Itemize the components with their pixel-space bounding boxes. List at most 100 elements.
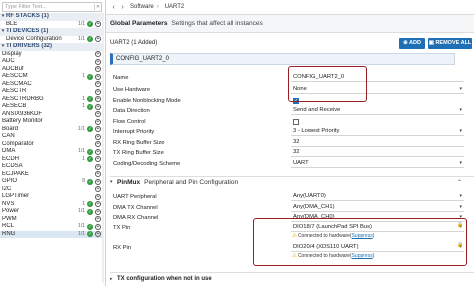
- tree-item[interactable]: DMA 1/1 ✓ +: [0, 148, 104, 156]
- tree-item[interactable]: CAN +: [0, 133, 104, 141]
- tree-item[interactable]: BLE 1/1 ✓ +: [0, 21, 104, 29]
- highlight-box-name: [288, 66, 367, 102]
- add-circle-icon[interactable]: +: [95, 208, 101, 215]
- add-circle-icon[interactable]: +: [95, 133, 101, 140]
- add-circle-icon[interactable]: +: [95, 163, 101, 170]
- instance-name: CONFIG_UART2_0: [116, 56, 169, 62]
- chevron-down-icon[interactable]: ▾: [459, 192, 462, 200]
- tree-item[interactable]: NVS 1 ✓ +: [0, 201, 104, 209]
- chevron-down-icon[interactable]: ▾: [459, 85, 462, 93]
- check-circle-icon: ✓: [87, 96, 93, 103]
- add-circle-icon[interactable]: +: [95, 81, 101, 88]
- tree-item[interactable]: RNG 1/1 ✓ +: [0, 230, 104, 238]
- add-circle-icon[interactable]: +: [95, 73, 101, 80]
- add-circle-icon[interactable]: +: [95, 111, 101, 118]
- tree-item[interactable]: I2C +: [0, 186, 104, 194]
- add-circle-icon[interactable]: +: [95, 216, 101, 223]
- chevron-down-icon[interactable]: ▾: [459, 106, 462, 114]
- check-circle-icon: ✓: [87, 223, 93, 230]
- tree-item[interactable]: AESCCM 1 ✓ +: [0, 73, 104, 81]
- pinmux-header[interactable]: ▾ PinMux Peripheral and Pin Configuratio…: [110, 176, 474, 187]
- add-circle-icon[interactable]: +: [95, 118, 101, 125]
- tree-item-label: DMA: [2, 148, 16, 154]
- add-circle-icon[interactable]: +: [95, 141, 101, 148]
- tree-item[interactable]: GPIO 8 ✓ +: [0, 178, 104, 186]
- remove-all-button[interactable]: ▣ REMOVE ALL: [428, 38, 472, 49]
- tree-item-label: NVS: [2, 200, 15, 207]
- tree-section[interactable]: ▾ RF STACKS (1): [0, 13, 104, 21]
- filter-input[interactable]: Type Filter Text... ✕: [2, 2, 102, 12]
- instance-header[interactable]: CONFIG_UART2_0: [110, 53, 455, 65]
- add-circle-icon[interactable]: +: [95, 201, 101, 208]
- chevron-down-icon[interactable]: ▾: [459, 127, 462, 135]
- pin-field-value-text: Any(UART0): [293, 193, 326, 199]
- tree-item[interactable]: LGPTimer +: [0, 193, 104, 201]
- breadcrumb-separator-icon: ›: [156, 4, 159, 10]
- module-title: UART2 (1 Added): [110, 40, 158, 46]
- tree-item-count: 8: [82, 178, 85, 184]
- tree-item[interactable]: PWM +: [0, 216, 104, 224]
- breadcrumb-software[interactable]: Software: [130, 4, 154, 10]
- add-circle-icon[interactable]: +: [95, 186, 101, 193]
- tree-item[interactable]: Device Configuration 1/1 ✓ +: [0, 36, 104, 44]
- pin-field-value[interactable]: Any(UART0) ▾: [291, 192, 464, 201]
- tree-scrollbar[interactable]: [102, 13, 104, 283]
- tree-item[interactable]: AESCTRDRBG 1 ✓ +: [0, 96, 104, 104]
- add-circle-icon[interactable]: +: [95, 171, 101, 178]
- pinmux-caret-icon[interactable]: ▾: [110, 179, 117, 185]
- add-circle-icon[interactable]: +: [95, 88, 101, 95]
- pin-field-value[interactable]: Any(DMA_CH1) ▾: [291, 203, 464, 212]
- tree-item[interactable]: Board 1/1 ✓ +: [0, 126, 104, 134]
- filter-clear-icon[interactable]: ✕: [94, 4, 101, 10]
- add-circle-icon[interactable]: +: [95, 156, 101, 163]
- check-circle-icon: ✓: [87, 21, 93, 28]
- field-value[interactable]: UART ▾: [291, 159, 464, 168]
- add-circle-icon[interactable]: +: [95, 126, 101, 133]
- tree-item[interactable]: ECDSA +: [0, 163, 104, 171]
- tree-item[interactable]: RCL 1/1 ✓ +: [0, 223, 104, 231]
- tree-item[interactable]: AESCMAC +: [0, 81, 104, 89]
- tree-item[interactable]: ADCBuf +: [0, 66, 104, 74]
- tree-section[interactable]: ▾ TI DEVICES (1): [0, 28, 104, 36]
- tx-config-caret-icon[interactable]: ▸: [110, 276, 117, 282]
- tree-item[interactable]: ANSIX936KDF +: [0, 111, 104, 119]
- tree-item[interactable]: AESECB 1 ✓ +: [0, 103, 104, 111]
- add-circle-icon[interactable]: +: [95, 231, 101, 238]
- chevron-down-icon[interactable]: ▾: [459, 159, 462, 167]
- global-parameters-header[interactable]: Global Parameters Settings that affect a…: [106, 15, 474, 33]
- add-circle-icon[interactable]: +: [95, 193, 101, 200]
- tree-item[interactable]: ECDH 1 ✓ +: [0, 156, 104, 164]
- tx-config-header[interactable]: ▸ TX configuration when not in use: [110, 272, 474, 285]
- pinmux-collapse-icon[interactable]: ⌃: [457, 179, 462, 186]
- checkbox[interactable]: [293, 118, 299, 125]
- tree-item[interactable]: ADC +: [0, 58, 104, 66]
- forward-icon[interactable]: ›: [118, 4, 127, 11]
- field-value[interactable]: Send and Receive ▾: [291, 106, 464, 115]
- tree-section[interactable]: ▾ TI DRIVERS (32): [0, 43, 104, 51]
- field-value[interactable]: 3 - Lowest Priority ▾: [291, 127, 464, 136]
- back-icon[interactable]: ‹: [109, 4, 118, 11]
- add-button[interactable]: ⊕ ADD: [399, 38, 425, 49]
- tree-item[interactable]: AESCTR +: [0, 88, 104, 96]
- tree-item[interactable]: Battery Monitor +: [0, 118, 104, 126]
- field-row: Data Direction Send and Receive ▾: [113, 106, 464, 115]
- tree-item[interactable]: Power 1/1 ✓ +: [0, 208, 104, 216]
- add-circle-icon[interactable]: +: [95, 21, 101, 28]
- field-value[interactable]: 32: [291, 138, 464, 147]
- tree-item[interactable]: Display +: [0, 51, 104, 59]
- add-circle-icon[interactable]: +: [95, 178, 101, 185]
- add-circle-icon[interactable]: +: [95, 66, 101, 73]
- add-circle-icon[interactable]: +: [95, 148, 101, 155]
- field-value[interactable]: 32: [291, 148, 464, 157]
- add-circle-icon[interactable]: +: [95, 223, 101, 230]
- pinmux-title: PinMux: [117, 178, 141, 186]
- tree-item[interactable]: ECJPAKE +: [0, 171, 104, 179]
- add-circle-icon[interactable]: +: [95, 36, 101, 43]
- add-circle-icon[interactable]: +: [95, 51, 101, 58]
- tree-item-count: 1: [82, 103, 85, 109]
- add-circle-icon[interactable]: +: [95, 58, 101, 65]
- chevron-down-icon[interactable]: ▾: [459, 203, 462, 211]
- add-circle-icon[interactable]: +: [95, 103, 101, 110]
- tree-item[interactable]: Comparator +: [0, 141, 104, 149]
- add-circle-icon[interactable]: +: [95, 96, 101, 103]
